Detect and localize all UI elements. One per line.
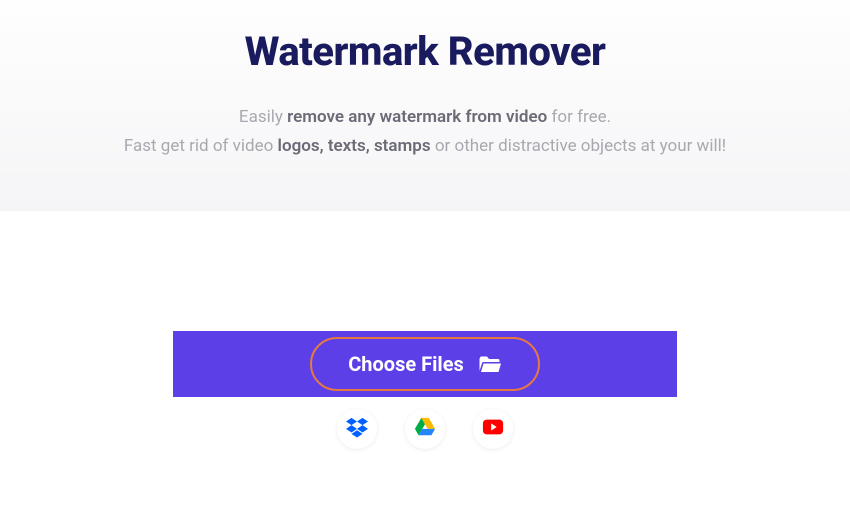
subtitle-line-1-post: for free.: [547, 107, 611, 127]
subtitle-line-1-pre: Easily: [239, 107, 287, 127]
cloud-sources: [0, 409, 850, 449]
choose-files-button[interactable]: Choose Files: [310, 337, 540, 391]
dropbox-source-button[interactable]: [337, 409, 377, 449]
google-drive-icon: [414, 416, 436, 442]
hero-section: Watermark Remover Easily remove any wate…: [0, 0, 850, 211]
subtitle-line-1-bold: remove any watermark from video: [287, 107, 547, 127]
google-drive-source-button[interactable]: [405, 409, 445, 449]
subtitle-line-2-pre: Fast get rid of video: [124, 136, 278, 156]
youtube-icon: [482, 416, 504, 442]
page-title: Watermark Remover: [0, 28, 850, 75]
choose-files-label: Choose Files: [348, 352, 464, 376]
subtitle-line-2-bold: logos, texts, stamps: [278, 136, 431, 156]
folder-open-icon: [478, 354, 502, 374]
dropbox-icon: [346, 416, 368, 442]
upload-bar: Choose Files: [173, 331, 677, 397]
youtube-source-button[interactable]: [473, 409, 513, 449]
subtitle-line-2: Fast get rid of video logos, texts, stam…: [0, 132, 850, 161]
subtitle-line-1: Easily remove any watermark from video f…: [0, 103, 850, 132]
subtitle-line-2-post: or other distractive objects at your wil…: [431, 136, 727, 156]
upload-section: Choose Files: [0, 211, 850, 449]
